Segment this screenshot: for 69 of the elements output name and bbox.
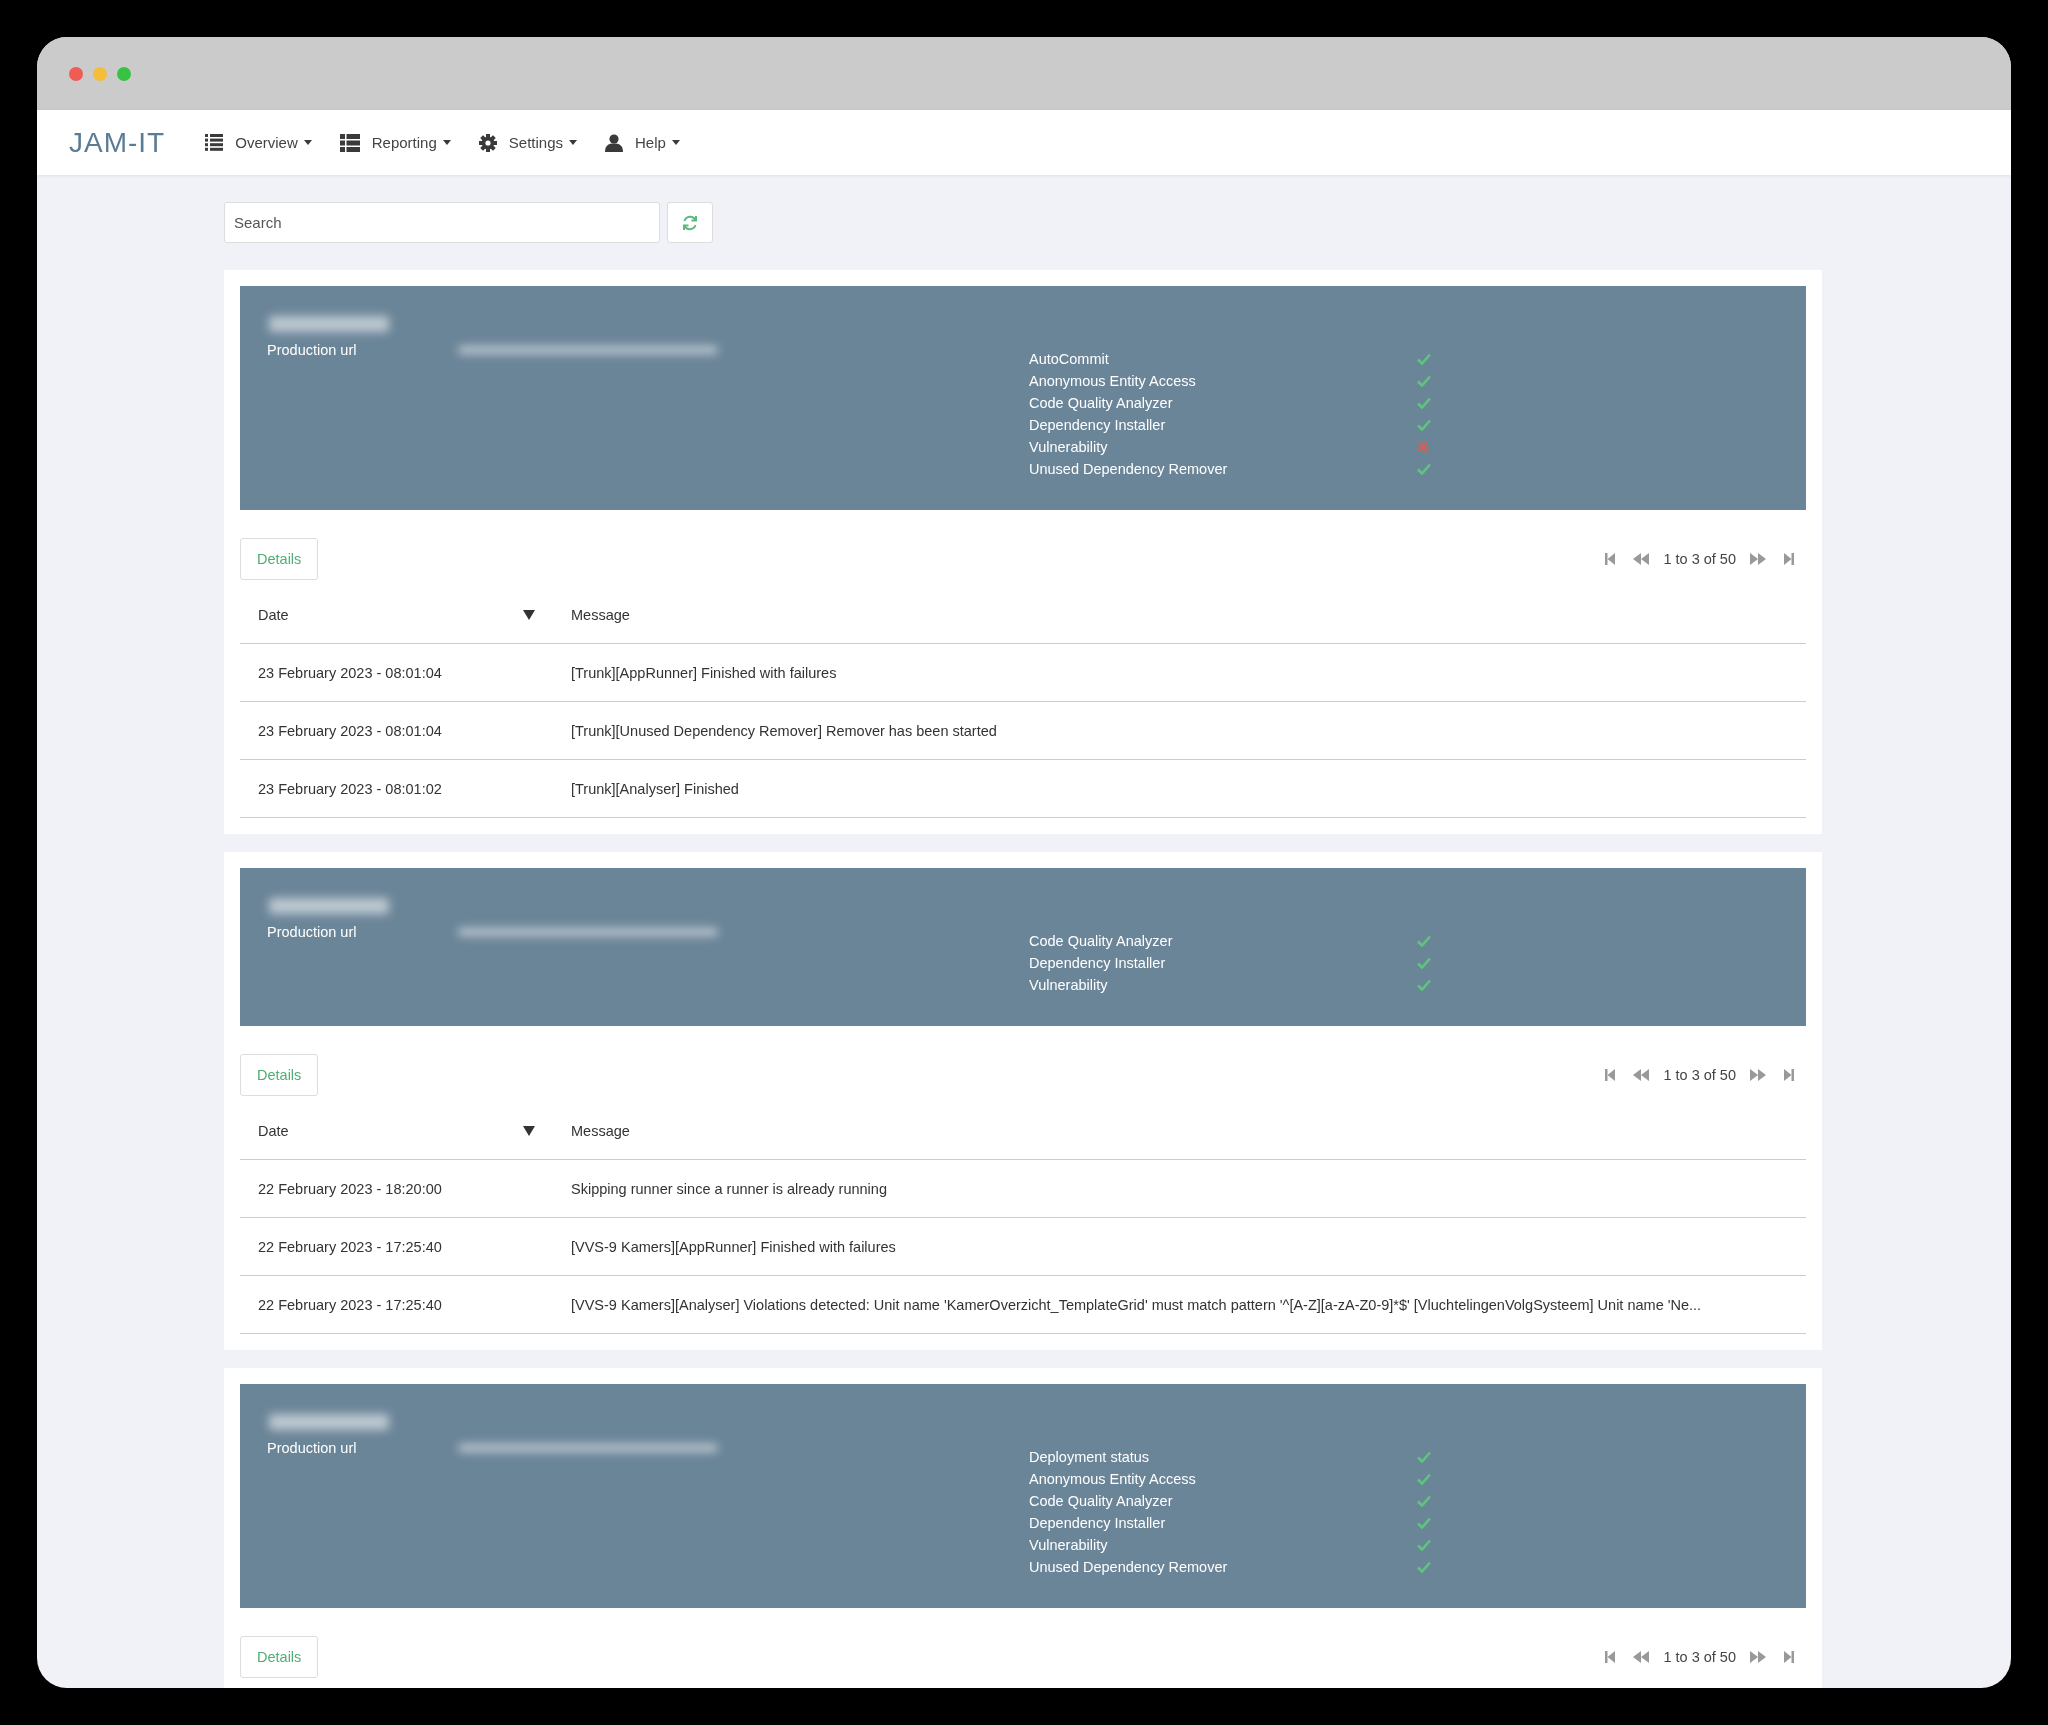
refresh-icon <box>681 213 699 232</box>
next-page-icon[interactable] <box>1750 553 1766 565</box>
check-name: Unused Dependency Remover <box>1029 1559 1229 1575</box>
search-field[interactable]: Search <box>224 202 660 243</box>
next-page-icon[interactable] <box>1750 1069 1766 1081</box>
previous-page-icon[interactable] <box>1633 553 1650 565</box>
check-name: Unused Dependency Remover <box>1029 461 1229 477</box>
first-page-icon[interactable] <box>1605 553 1616 565</box>
caret-icon <box>671 140 680 145</box>
user-icon <box>605 133 623 152</box>
date-cell: 23 February 2023 - 08:01:04 <box>240 701 553 760</box>
caret-icon <box>442 140 451 145</box>
message-cell: [Trunk][Unused Dependency Remover] Remover has been started <box>553 701 1806 760</box>
message-cell: [VVS-9 Kamers][Analyser] Violations detected: Unit name 'KamerOverzicht_TemplateGrid' must match pattern '^[A-Z][a-zA-Z0-9]*$' [VluchtelingenVolgSysteem] Unit name 'Ne... <box>553 1275 1806 1334</box>
sort-descending-icon[interactable] <box>523 1125 535 1136</box>
column-header[interactable]: Date <box>258 606 289 623</box>
check-name: Vulnerability <box>1029 977 1109 993</box>
column-header[interactable]: Message <box>571 606 630 623</box>
check-name: AutoCommit <box>1029 351 1110 367</box>
pagination-text: 1 to 3 of 50 <box>1663 551 1736 567</box>
check-name: Vulnerability <box>1029 439 1109 455</box>
first-page-icon[interactable] <box>1605 1651 1616 1663</box>
first-page-icon[interactable] <box>1605 1069 1616 1081</box>
message-cell: Skipping runner since a runner is already running <box>553 1159 1806 1218</box>
check-name: Code Quality Analyzer <box>1029 933 1174 949</box>
nav-menu[interactable]: Help <box>605 133 680 152</box>
date-cell: 23 February 2023 - 08:01:04 <box>240 643 553 702</box>
caret-icon <box>569 140 577 145</box>
production-url-label: Production url <box>267 342 358 358</box>
production-url-label: Production url <box>267 1440 358 1456</box>
pagination-text: 1 to 3 of 50 <box>1663 1067 1736 1083</box>
nav-menu[interactable]: Settings <box>478 133 577 152</box>
date-cell: 22 February 2023 - 17:25:40 <box>240 1217 553 1276</box>
check-name: Dependency Installer <box>1029 417 1167 433</box>
check-name: Dependency Installer <box>1029 955 1167 971</box>
list-icon <box>205 134 224 151</box>
nav-menu[interactable]: Overview <box>205 134 312 151</box>
message-cell: [Trunk][AppRunner] Finished with failures <box>553 643 1806 702</box>
date-cell: 22 February 2023 - 17:25:40 <box>240 1275 553 1334</box>
sort-descending-icon[interactable] <box>523 609 535 620</box>
message-cell: [VVS-9 Kamers][AppRunner] Finished with failures <box>553 1217 1806 1276</box>
column-header[interactable]: Date <box>258 1122 289 1139</box>
date-cell: 23 February 2023 - 08:01:02 <box>240 759 553 818</box>
check-name: Code Quality Analyzer <box>1029 1493 1174 1509</box>
check-name: Anonymous Entity Access <box>1029 1471 1197 1487</box>
last-page-icon[interactable] <box>1784 1069 1794 1081</box>
nav-menu[interactable]: Reporting <box>339 133 451 152</box>
maximize-window-icon[interactable] <box>117 66 131 81</box>
close-window-icon[interactable] <box>69 66 83 81</box>
settings-icon <box>478 133 497 152</box>
caret-icon <box>303 140 312 145</box>
production-url-label: Production url <box>267 924 358 940</box>
date-cell: 22 February 2023 - 18:20:00 <box>240 1159 553 1218</box>
last-page-icon[interactable] <box>1784 1651 1794 1663</box>
column-header[interactable]: Message <box>571 1122 630 1139</box>
check-name: Dependency Installer <box>1029 1515 1167 1531</box>
table-icon <box>339 133 360 152</box>
refresh-button[interactable] <box>667 202 713 243</box>
message-cell: [Trunk][Analyser] Finished <box>553 759 1806 818</box>
pagination-text: 1 to 3 of 50 <box>1663 1649 1736 1665</box>
previous-page-icon[interactable] <box>1633 1069 1650 1081</box>
check-name: Anonymous Entity Access <box>1029 373 1197 389</box>
last-page-icon[interactable] <box>1784 553 1794 565</box>
check-name: Code Quality Analyzer <box>1029 395 1174 411</box>
next-page-icon[interactable] <box>1750 1651 1766 1663</box>
previous-page-icon[interactable] <box>1633 1651 1650 1663</box>
check-name: Vulnerability <box>1029 1537 1109 1553</box>
check-name: Deployment status <box>1029 1449 1151 1465</box>
logo[interactable]: JAM-IT <box>69 126 166 159</box>
